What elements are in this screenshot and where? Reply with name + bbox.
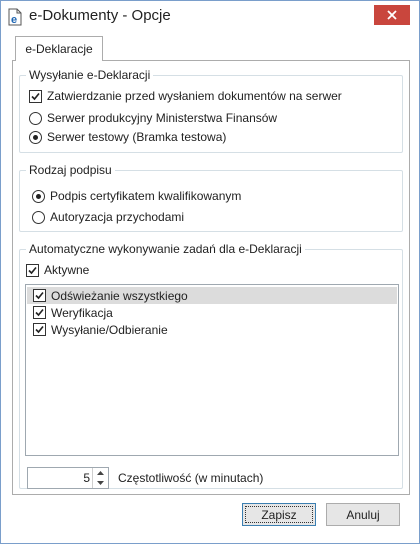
radio-circle-selected[interactable] [29, 130, 42, 144]
list-item[interactable]: Weryfikacja [27, 304, 397, 321]
group-automatic-tasks-title: Automatyczne wykonywanie zadań dla e-Dek… [26, 242, 305, 256]
group-sending-title: Wysyłanie e-Deklaracji [26, 68, 154, 82]
group-sending: Wysyłanie e-Deklaracji Zatwierdzanie prz… [19, 68, 403, 153]
frequency-value[interactable]: 5 [83, 471, 90, 485]
spin-down-button[interactable] [93, 478, 108, 488]
task-label: Wysyłanie/Odbieranie [51, 322, 168, 337]
production-server-label: Serwer produkcyjny Ministerstwa Finansów [47, 111, 278, 125]
task-label: Weryfikacja [51, 305, 113, 320]
check-icon [35, 291, 44, 300]
test-server-label: Serwer testowy (Bramka testowa) [47, 130, 227, 144]
checkbox-box[interactable] [33, 323, 46, 336]
check-icon [35, 308, 44, 317]
dialog-content: e-Deklaracje Wysyłanie e-Deklaracji Zatw… [9, 33, 411, 535]
radio-circle[interactable] [32, 210, 45, 224]
confirm-before-send-label: Zatwierdzanie przed wysłaniem dokumentów… [47, 89, 342, 103]
check-icon [35, 325, 44, 334]
radio-test-server[interactable]: Serwer testowy (Bramka testowa) [29, 129, 226, 145]
certificate-signature-label: Podpis certyfikatem kwalifikowanym [50, 189, 242, 203]
checkbox-box[interactable] [33, 306, 46, 319]
active-checkbox[interactable]: Aktywne [26, 262, 89, 278]
window-title: e-Dokumenty - Opcje [29, 7, 171, 24]
title-bar[interactable]: e e-Dokumenty - Opcje [1, 1, 419, 32]
spin-up-button[interactable] [93, 468, 108, 478]
group-signature-title: Rodzaj podpisu [26, 163, 115, 177]
options-window: e e-Dokumenty - Opcje e-Deklaracje Wysył… [0, 0, 420, 544]
cancel-button[interactable]: Anuluj [326, 503, 400, 526]
group-signature: Rodzaj podpisu Podpis certyfikatem kwali… [19, 163, 403, 232]
checkbox-box[interactable] [33, 289, 46, 302]
radio-circle-selected[interactable] [32, 189, 45, 203]
frequency-label: Częstotliwość (w minutach) [118, 471, 264, 485]
check-icon [31, 92, 40, 100]
confirm-before-send-checkbox[interactable]: Zatwierdzanie przed wysłaniem dokumentów… [29, 88, 342, 104]
income-authorization-label: Autoryzacja przychodami [50, 210, 185, 224]
svg-text:e: e [11, 14, 17, 26]
save-button[interactable]: Zapisz [242, 503, 316, 526]
checkbox-box[interactable] [26, 263, 39, 277]
spinner-buttons [92, 468, 108, 488]
app-document-icon: e [7, 8, 23, 26]
tab-panel: Wysyłanie e-Deklaracji Zatwierdzanie prz… [12, 60, 410, 495]
focus-rect [245, 506, 313, 523]
radio-production-server[interactable]: Serwer produkcyjny Ministerstwa Finansów [29, 110, 277, 126]
close-button[interactable] [374, 5, 410, 25]
check-icon [28, 266, 37, 274]
chevron-down-icon [97, 481, 104, 485]
radio-income-authorization[interactable]: Autoryzacja przychodami [32, 209, 184, 225]
radio-circle[interactable] [29, 111, 42, 125]
task-label: Odświeżanie wszystkiego [51, 288, 188, 303]
list-item[interactable]: Wysyłanie/Odbieranie [27, 321, 397, 338]
chevron-up-icon [97, 471, 104, 475]
checkbox-box[interactable] [29, 89, 42, 103]
active-label: Aktywne [44, 263, 90, 277]
close-icon [387, 10, 397, 20]
list-item[interactable]: Odświeżanie wszystkiego [27, 287, 397, 304]
cancel-button-label: Anuluj [346, 507, 380, 522]
task-list[interactable]: Odświeżanie wszystkiego Weryfikacja Wysy… [25, 284, 399, 456]
radio-certificate-signature[interactable]: Podpis certyfikatem kwalifikowanym [32, 188, 241, 204]
frequency-spinner[interactable]: 5 [27, 467, 109, 489]
tab-e-deklaracje[interactable]: e-Deklaracje [15, 36, 103, 61]
